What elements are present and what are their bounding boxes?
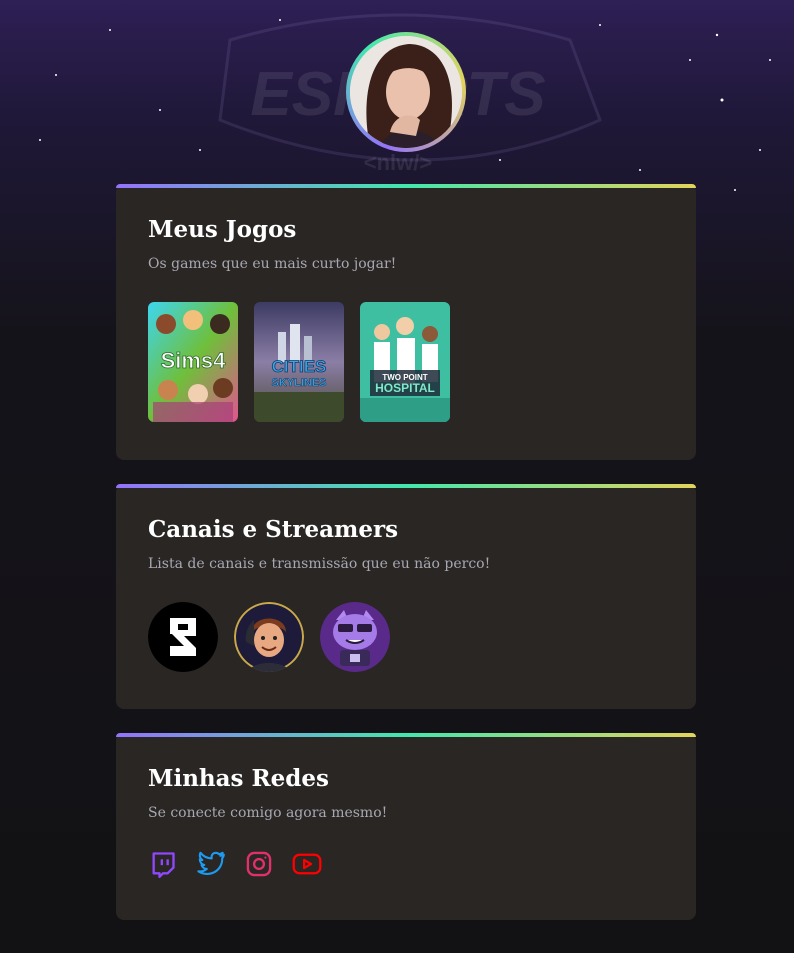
twitch-icon[interactable] [148, 849, 178, 879]
socials-subtitle: Se conecte comigo agora mesmo! [148, 805, 388, 821]
channels-list [148, 602, 664, 672]
game-cover-two-point-hospital[interactable]: TWO POINT HOSPITAL [360, 302, 450, 422]
game-cover-cities-skylines[interactable]: CITIES SKYLINES [254, 302, 344, 422]
twitter-icon[interactable] [196, 849, 226, 879]
cities-logo-text: CITIES [272, 357, 327, 376]
background-logo-subtext: <nlw/> [364, 150, 432, 175]
socials-list [148, 849, 664, 879]
instagram-icon[interactable] [244, 849, 274, 879]
channels-title: Canais e Streamers [148, 516, 399, 543]
socials-card: Minhas Redes Se conecte comigo agora mes… [116, 733, 696, 920]
youtube-icon[interactable] [292, 849, 322, 879]
games-card: Meus Jogos Os games que eu mais curto jo… [116, 184, 696, 460]
games-list: Sims4 CITIES SKYLINES TWO POINT HOSPITAL [148, 302, 664, 422]
hospital-logo-text: HOSPITAL [375, 381, 435, 395]
sims4-logo-text: Sims4 [161, 348, 227, 373]
game-cover-sims4[interactable]: Sims4 [148, 302, 238, 422]
games-title: Meus Jogos [148, 216, 297, 243]
streamer-avatar-icon[interactable] [234, 602, 304, 672]
rocketseat-logo-icon[interactable] [148, 602, 218, 672]
purple-mascot-avatar-icon[interactable] [320, 602, 390, 672]
profile-avatar-photo [350, 36, 462, 148]
channels-card: Canais e Streamers Lista de canais e tra… [116, 484, 696, 709]
channels-subtitle: Lista de canais e transmissão que eu não… [148, 556, 491, 572]
skylines-logo-text: SKYLINES [271, 377, 326, 389]
profile-avatar [346, 32, 466, 152]
games-subtitle: Os games que eu mais curto jogar! [148, 256, 397, 272]
socials-title: Minhas Redes [148, 765, 329, 792]
